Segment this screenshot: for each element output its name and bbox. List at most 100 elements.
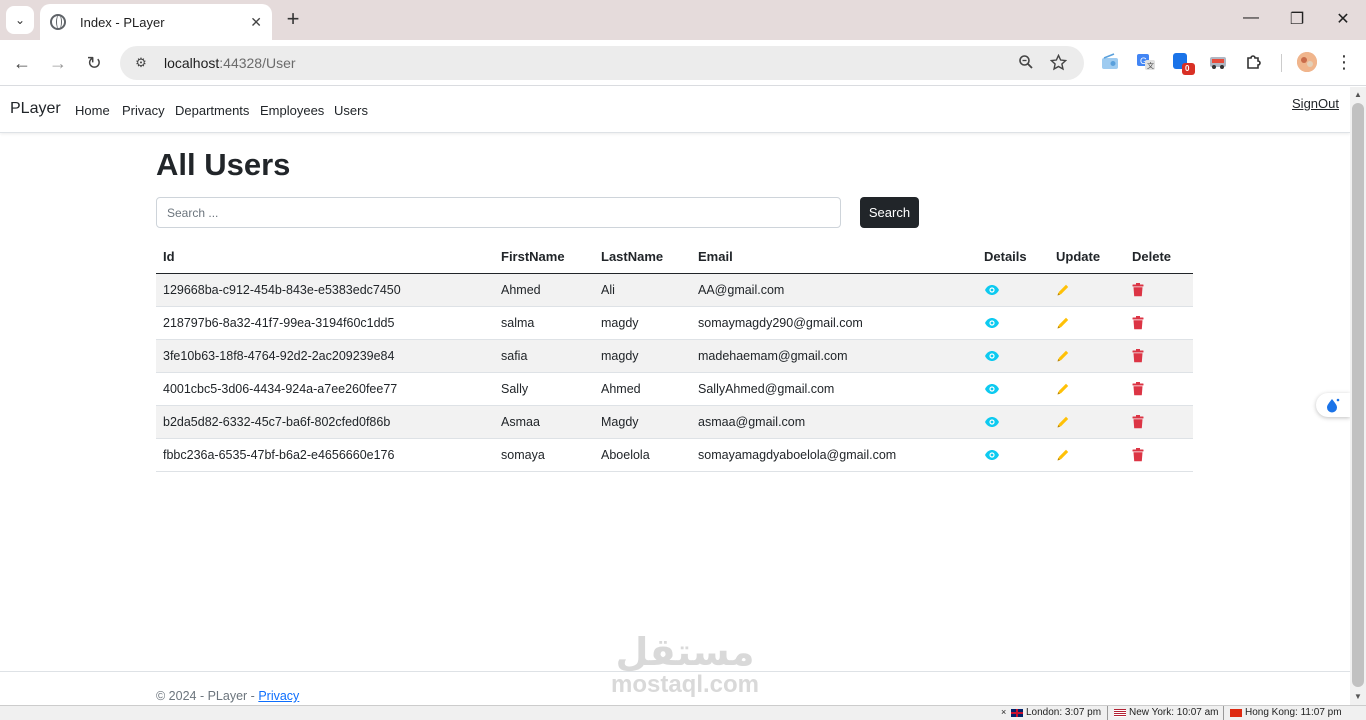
us-flag-icon (1114, 708, 1126, 717)
cell-delete (1125, 438, 1193, 472)
cell-firstname: somaya (494, 438, 594, 472)
cell-id: 4001cbc5-3d06-4434-924a-a7ee260fee77 (156, 372, 494, 406)
table-row: b2da5d82-6332-45c7-ba6f-802cfed0f86b Asma… (156, 405, 1193, 439)
nav-link-home[interactable]: Home (75, 103, 110, 118)
page-scrollbar[interactable]: ▲ ▼ (1350, 87, 1366, 705)
eye-icon[interactable] (984, 349, 1000, 363)
droplet-sparkle-icon (1327, 398, 1340, 413)
translate-extension-icon[interactable]: G文 (1136, 52, 1156, 72)
extensions-puzzle-icon[interactable] (1244, 52, 1264, 72)
eye-icon[interactable] (984, 448, 1000, 462)
radio-extension-icon[interactable] (1100, 52, 1120, 72)
column-header-email: Email (691, 240, 977, 274)
browser-menu-icon[interactable]: ⋮ (1334, 52, 1354, 72)
users-table: Id FirstName LastName Email Details Upda… (156, 240, 1193, 472)
cell-update (1049, 339, 1125, 373)
svg-text:文: 文 (1147, 61, 1154, 70)
app-navbar: PLayer Home Privacy Departments Employee… (0, 87, 1350, 133)
hk-flag-icon (1230, 708, 1242, 717)
cell-lastname: Ahmed (594, 372, 691, 406)
globe-icon (50, 14, 66, 30)
bookmark-star-icon[interactable] (1049, 53, 1068, 75)
pencil-icon[interactable] (1056, 414, 1070, 428)
browser-tab[interactable]: Index - PLayer ✕ (40, 4, 272, 40)
address-bar[interactable]: ⚙ localhost:44328/User (120, 46, 1084, 80)
pencil-icon[interactable] (1056, 381, 1070, 395)
cell-delete (1125, 273, 1193, 307)
cell-id: fbbc236a-6535-47bf-b6a2-e4656660e176 (156, 438, 494, 472)
pencil-icon[interactable] (1056, 447, 1070, 461)
trash-icon[interactable] (1132, 414, 1144, 429)
trash-icon[interactable] (1132, 381, 1144, 396)
close-tab-icon[interactable]: ✕ (250, 14, 262, 31)
nav-link-privacy[interactable]: Privacy (122, 103, 165, 118)
pencil-icon[interactable] (1056, 348, 1070, 362)
cell-details (977, 273, 1049, 307)
cell-id: b2da5d82-6332-45c7-ba6f-802cfed0f86b (156, 405, 494, 439)
zoom-icon[interactable] (1018, 54, 1034, 74)
eye-icon[interactable] (984, 382, 1000, 396)
clock-separator (1107, 706, 1108, 720)
back-button[interactable]: ← (10, 51, 34, 75)
cell-update (1049, 438, 1125, 472)
reload-button[interactable]: ↻ (82, 51, 106, 75)
nav-link-employees[interactable]: Employees (260, 103, 324, 118)
cell-email: somayamagdyaboelola@gmail.com (691, 438, 977, 472)
trash-icon[interactable] (1132, 447, 1144, 462)
clock-close-icon[interactable]: × (1001, 707, 1006, 717)
floating-helper-button[interactable] (1316, 393, 1350, 417)
scroll-down-arrow-icon[interactable]: ▼ (1354, 692, 1362, 701)
clock-london: London: 3:07 pm (1011, 707, 1101, 718)
search-input[interactable] (156, 197, 841, 228)
trash-icon[interactable] (1132, 315, 1144, 330)
cell-details (977, 405, 1049, 439)
brand-link[interactable]: PLayer (10, 100, 61, 118)
scroll-up-arrow-icon[interactable]: ▲ (1354, 90, 1362, 99)
cell-email: SallyAhmed@gmail.com (691, 372, 977, 406)
page-title: All Users (156, 147, 291, 182)
car-extension-icon[interactable] (1208, 52, 1228, 72)
cell-lastname: Aboelola (594, 438, 691, 472)
cell-firstname: Ahmed (494, 273, 594, 307)
eye-icon[interactable] (984, 283, 1000, 297)
clock-newyork: New York: 10:07 am (1114, 707, 1219, 718)
restore-button[interactable]: ❐ (1282, 9, 1312, 29)
pencil-icon[interactable] (1056, 315, 1070, 329)
pencil-icon[interactable] (1056, 282, 1070, 296)
chevron-down-icon: ⌄ (14, 13, 26, 27)
footer-privacy-link[interactable]: Privacy (258, 689, 299, 703)
trash-icon[interactable] (1132, 348, 1144, 363)
cell-update (1049, 405, 1125, 439)
minimize-button[interactable]: — (1236, 9, 1266, 27)
signout-link[interactable]: SignOut (1292, 96, 1339, 111)
new-tab-button[interactable]: + (282, 8, 304, 32)
close-window-button[interactable]: ✕ (1328, 9, 1358, 29)
cell-delete (1125, 372, 1193, 406)
tab-search-button[interactable]: ⌄ (6, 6, 34, 34)
nav-link-departments[interactable]: Departments (175, 103, 249, 118)
eye-icon[interactable] (984, 316, 1000, 330)
column-header-update: Update (1049, 240, 1125, 274)
search-button[interactable]: Search (860, 197, 919, 228)
scrollbar-thumb[interactable] (1352, 103, 1364, 687)
profile-avatar[interactable] (1297, 52, 1317, 72)
uk-flag-icon (1011, 708, 1023, 717)
cell-id: 3fe10b63-18f8-4764-92d2-2ac209239e84 (156, 339, 494, 373)
cell-delete (1125, 306, 1193, 340)
cell-lastname: magdy (594, 339, 691, 373)
nav-link-users[interactable]: Users (334, 103, 368, 118)
trash-icon[interactable] (1132, 282, 1144, 297)
watermark: مستقل mostaql.com (600, 632, 770, 698)
column-header-delete: Delete (1125, 240, 1193, 274)
cell-email: somaymagdy290@gmail.com (691, 306, 977, 340)
web-page: PLayer Home Privacy Departments Employee… (0, 87, 1350, 705)
eye-icon[interactable] (984, 415, 1000, 429)
forward-button[interactable]: → (46, 51, 70, 75)
site-settings-icon[interactable]: ⚙ (132, 54, 150, 72)
cell-update (1049, 306, 1125, 340)
cell-id: 218797b6-8a32-41f7-99ea-3194f60c1dd5 (156, 306, 494, 340)
table-row: 4001cbc5-3d06-4434-924a-a7ee260fee77 Sall… (156, 372, 1193, 406)
table-row: 3fe10b63-18f8-4764-92d2-2ac209239e84 safi… (156, 339, 1193, 373)
footer-text: © 2024 - PLayer - Privacy (156, 689, 299, 703)
notes-extension-icon[interactable]: 0 (1172, 52, 1195, 75)
